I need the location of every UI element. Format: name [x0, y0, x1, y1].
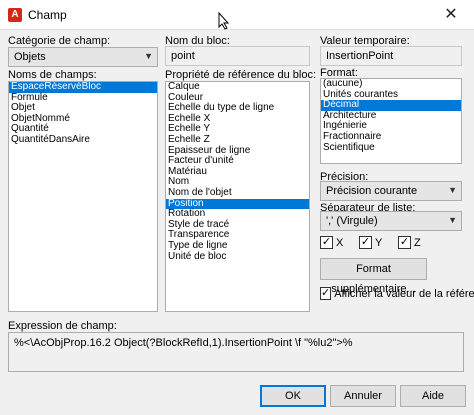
checkmark-icon: ✓ [359, 236, 372, 249]
field-names-list[interactable]: EspaceRéservéBloc Formule Objet ObjetNom… [8, 81, 158, 312]
show-block-ref-label: Afficher la valeur de la référence du [334, 287, 474, 300]
chevron-down-icon: ▼ [448, 185, 457, 195]
list-item[interactable]: Unité de bloc [166, 251, 309, 263]
field-category-value: Objets [14, 51, 46, 63]
block-name-field: point [165, 46, 310, 66]
field-category-label: Catégorie de champ: [8, 35, 111, 47]
checkmark-icon: ✓ [320, 287, 332, 300]
list-item[interactable]: (aucune) [321, 79, 461, 90]
window-title: Champ [28, 8, 67, 22]
list-item[interactable]: QuantitéDansAire [9, 134, 157, 146]
show-block-ref-checkbox[interactable]: ✓ Afficher la valeur de la référence du [320, 287, 474, 300]
field-names-label: Noms de champs: [8, 69, 97, 81]
checkmark-icon: ✓ [320, 236, 333, 249]
precision-value: Précision courante [326, 185, 418, 197]
list-item[interactable]: Nom de l'objet [166, 187, 309, 199]
format-list[interactable]: (aucune) Unités courantes Décimal Archit… [320, 78, 462, 164]
list-separator-select[interactable]: ',' (Virgule) ▼ [320, 211, 462, 231]
title-bar: A Champ ✕ [0, 0, 474, 30]
list-item[interactable]: Type de ligne [166, 240, 309, 252]
field-expression-field[interactable]: %<\AcObjProp.16.2 Object(?BlockRefId,1).… [8, 332, 464, 372]
autocad-app-icon: A [8, 8, 22, 22]
list-item[interactable]: Fractionnaire [321, 131, 461, 143]
checkmark-icon: ✓ [398, 236, 411, 249]
list-separator-value: ',' (Virgule) [326, 215, 378, 227]
chevron-down-icon: ▼ [144, 51, 153, 61]
precision-select[interactable]: Précision courante ▼ [320, 181, 462, 201]
ok-button[interactable]: OK [260, 385, 326, 407]
close-icon[interactable]: ✕ [428, 0, 474, 30]
axis-z-checkbox[interactable]: ✓ Z [398, 236, 421, 249]
list-item[interactable]: EspaceRéservéBloc [9, 82, 157, 93]
axis-x-checkbox[interactable]: ✓ X [320, 236, 343, 249]
temp-value-field: InsertionPoint [320, 46, 462, 66]
field-category-select[interactable]: Objets ▼ [8, 47, 158, 67]
ref-property-list[interactable]: Calque Couleur Echelle du type de ligne … [165, 81, 310, 312]
field-expression-label: Expression de champ: [8, 320, 117, 332]
axis-x-label: X [336, 236, 344, 249]
chevron-down-icon: ▼ [448, 215, 457, 225]
cancel-button[interactable]: Annuler [330, 385, 396, 407]
list-item[interactable]: Echelle Z [166, 134, 309, 146]
mouse-cursor-icon [218, 12, 230, 30]
axis-y-label: Y [375, 236, 383, 249]
axis-y-checkbox[interactable]: ✓ Y [359, 236, 382, 249]
ref-property-label: Propriété de référence du bloc: [165, 69, 317, 81]
list-item[interactable]: Scientifique [321, 142, 461, 154]
axis-z-label: Z [414, 236, 421, 249]
list-item[interactable]: Calque [166, 82, 309, 93]
additional-format-button[interactable]: Format supplémentaire... [320, 258, 427, 295]
help-button[interactable]: Aide [400, 385, 466, 407]
